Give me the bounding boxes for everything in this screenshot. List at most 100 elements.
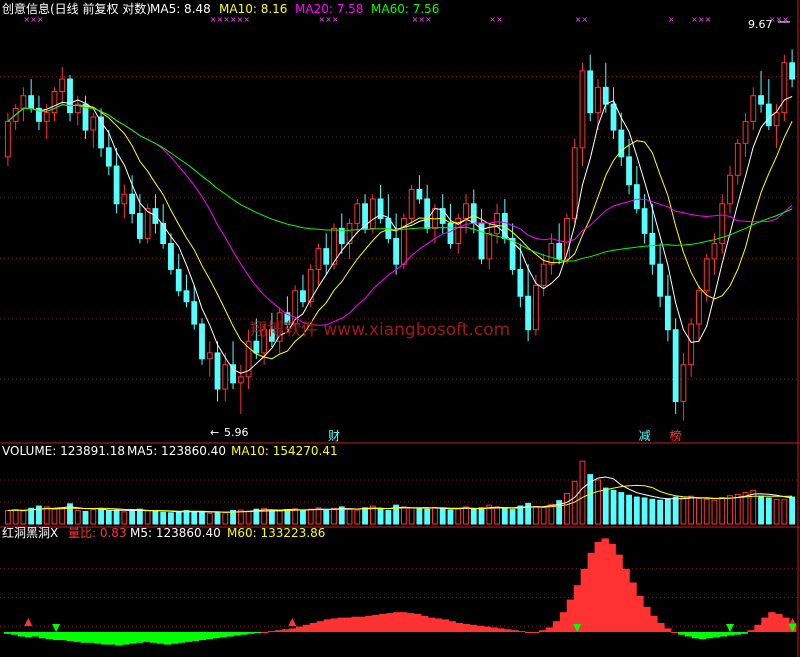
volume-bar bbox=[664, 498, 671, 525]
indicator-bar-negative bbox=[691, 632, 700, 639]
candle-up bbox=[781, 62, 788, 114]
indicator-bar-positive bbox=[420, 615, 429, 632]
volume-bar bbox=[175, 511, 182, 525]
indicator-bar-negative bbox=[198, 632, 206, 641]
volume-bar bbox=[362, 507, 368, 525]
indicator-bar-positive bbox=[455, 623, 464, 632]
indicator-bar-positive bbox=[448, 621, 457, 632]
indicator-bar-negative bbox=[73, 632, 81, 642]
indicator-bar-positive bbox=[580, 569, 589, 632]
candle-down bbox=[649, 232, 656, 265]
indicator-legend-1: 量比: 0.83 bbox=[68, 526, 127, 540]
volume-bar bbox=[758, 495, 764, 525]
candle-down bbox=[424, 198, 431, 229]
top-signal: ××× bbox=[318, 15, 338, 24]
indicator-bar-positive bbox=[330, 618, 338, 632]
indicator-bar-negative bbox=[101, 632, 109, 645]
indicator-bar-negative bbox=[726, 632, 734, 636]
candle-down bbox=[175, 268, 182, 292]
candle-up bbox=[90, 116, 97, 131]
ma-legend-0: MA5: 8.48 bbox=[150, 2, 211, 16]
volume-bar bbox=[765, 497, 772, 525]
volume-bar bbox=[144, 510, 151, 525]
volume-bar bbox=[734, 493, 741, 525]
candle-down bbox=[214, 352, 221, 390]
candle-down bbox=[129, 193, 136, 215]
candle-up bbox=[742, 120, 749, 144]
volume-bar bbox=[447, 509, 454, 525]
volume-bar bbox=[595, 479, 601, 525]
volume-bar bbox=[400, 506, 407, 525]
indicator-bar-negative bbox=[191, 632, 200, 641]
indicator-bar-positive bbox=[295, 626, 304, 632]
indicator-bar-positive bbox=[323, 619, 332, 632]
volume-bar bbox=[532, 505, 539, 525]
candle-down bbox=[300, 290, 306, 303]
candle-down bbox=[416, 188, 423, 200]
indicator-bar-negative bbox=[24, 632, 33, 638]
indicator-bar-negative bbox=[212, 632, 220, 639]
candle-down bbox=[556, 243, 563, 260]
volume-bar bbox=[307, 508, 314, 525]
indicator-bar-negative bbox=[149, 632, 158, 643]
candle-up bbox=[43, 112, 50, 122]
indicator-bar-negative bbox=[10, 632, 19, 635]
indicator-bar-negative bbox=[122, 632, 130, 645]
volume-bar bbox=[28, 507, 35, 525]
indicator-bar-positive bbox=[650, 615, 658, 632]
volume-bar bbox=[727, 495, 733, 525]
candle-down bbox=[789, 62, 796, 80]
indicator-bar-positive bbox=[622, 569, 630, 632]
volume-bar bbox=[540, 506, 547, 525]
indicator-bar-positive bbox=[525, 632, 533, 633]
indicator-bar-positive bbox=[406, 613, 415, 632]
volume-bar bbox=[463, 506, 469, 525]
volume-bar bbox=[494, 506, 500, 525]
indicator-bar-negative bbox=[233, 632, 241, 636]
candle-down bbox=[113, 165, 120, 205]
candle-up bbox=[486, 232, 493, 260]
candle-up bbox=[369, 198, 376, 229]
volume-bar bbox=[564, 492, 570, 525]
indicator-bar-positive bbox=[441, 619, 450, 632]
top-signal: × bbox=[668, 15, 675, 24]
candle-down bbox=[191, 301, 198, 325]
indicator-legend-2: M5: 123860.40 bbox=[130, 526, 221, 540]
indicator-bar-positive bbox=[532, 632, 540, 633]
candle-up bbox=[59, 78, 66, 93]
volume-bar bbox=[168, 512, 174, 525]
indicator-bar-positive bbox=[636, 596, 644, 632]
volume-bar bbox=[579, 460, 586, 525]
volume-bar bbox=[439, 507, 446, 525]
indicator-bar-positive bbox=[462, 623, 470, 632]
candle-up bbox=[408, 188, 415, 219]
indicator-bar-positive bbox=[629, 582, 637, 632]
volume-bar bbox=[385, 510, 392, 525]
main-header: 创意信息(日线 前复权 对数) MA5: 8.48 MA10: 8.16 MA20:… bbox=[2, 1, 439, 16]
candle-up bbox=[595, 86, 601, 114]
volume-bar bbox=[711, 499, 718, 525]
indicator-bar-negative bbox=[705, 632, 714, 639]
candle-up bbox=[315, 248, 322, 270]
top-signal: ××× bbox=[23, 15, 43, 24]
candle-up bbox=[773, 112, 780, 127]
candle-up bbox=[121, 193, 128, 205]
candle-down bbox=[439, 208, 446, 224]
volume-bar bbox=[43, 506, 50, 525]
indicator-bar-positive bbox=[566, 599, 575, 632]
candle-up bbox=[734, 142, 741, 176]
indicator-bar-positive bbox=[775, 614, 783, 632]
candle-up bbox=[222, 364, 229, 390]
candle-up bbox=[711, 243, 718, 260]
indicator-bar-negative bbox=[733, 632, 741, 635]
indicator-bar-positive bbox=[316, 621, 325, 632]
volume-bar bbox=[12, 509, 19, 525]
indicator-bar-positive bbox=[358, 616, 366, 632]
candle-down bbox=[168, 243, 174, 270]
ma-legend-1: MA10: 8.16 bbox=[219, 2, 287, 16]
volume-bar bbox=[121, 511, 128, 525]
indicator-bar-negative bbox=[254, 632, 262, 633]
candle-down bbox=[393, 237, 400, 265]
indicator-bar-positive bbox=[608, 543, 616, 632]
volume-legend-2: MA10: 154270.41 bbox=[231, 444, 338, 458]
